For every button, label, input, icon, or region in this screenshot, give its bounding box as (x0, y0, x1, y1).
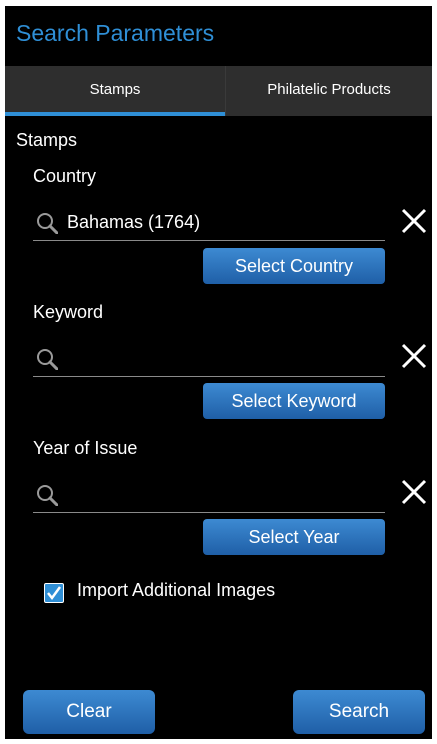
tab-stamps[interactable]: Stamps (5, 66, 225, 116)
select-country-button[interactable]: Select Country (203, 248, 385, 284)
year-field[interactable] (33, 476, 385, 513)
search-button[interactable]: Search (293, 690, 425, 734)
app-frame: Search Parameters Stamps Philatelic Prod… (5, 6, 432, 739)
checkmark-icon (47, 586, 62, 601)
country-field[interactable]: Bahamas (1764) (33, 204, 385, 241)
import-images-label: Import Additional Images (77, 580, 276, 600)
import-images-checkbox[interactable] (44, 583, 64, 603)
title-bar: Search Parameters (5, 6, 432, 64)
clear-button[interactable]: Clear (23, 690, 155, 734)
tab-philatelic-products[interactable]: Philatelic Products (225, 66, 432, 116)
close-icon[interactable] (399, 341, 429, 371)
year-of-issue-label: Year of Issue (33, 438, 138, 458)
keyword-label: Keyword (33, 302, 104, 322)
tab-bar: Stamps Philatelic Products (5, 66, 432, 116)
close-icon[interactable] (399, 206, 429, 236)
keyword-field[interactable] (33, 340, 385, 377)
search-icon (37, 485, 58, 506)
search-icon (37, 349, 58, 370)
country-value: Bahamas (1764) (67, 212, 201, 232)
select-keyword-button[interactable]: Select Keyword (203, 383, 385, 419)
country-label: Country (33, 166, 97, 186)
close-icon[interactable] (399, 477, 429, 507)
select-year-button[interactable]: Select Year (203, 519, 385, 555)
active-tab-indicator (5, 112, 225, 116)
page-title: Search Parameters (16, 20, 215, 46)
section-heading: Stamps (16, 130, 78, 150)
search-icon (37, 213, 58, 234)
